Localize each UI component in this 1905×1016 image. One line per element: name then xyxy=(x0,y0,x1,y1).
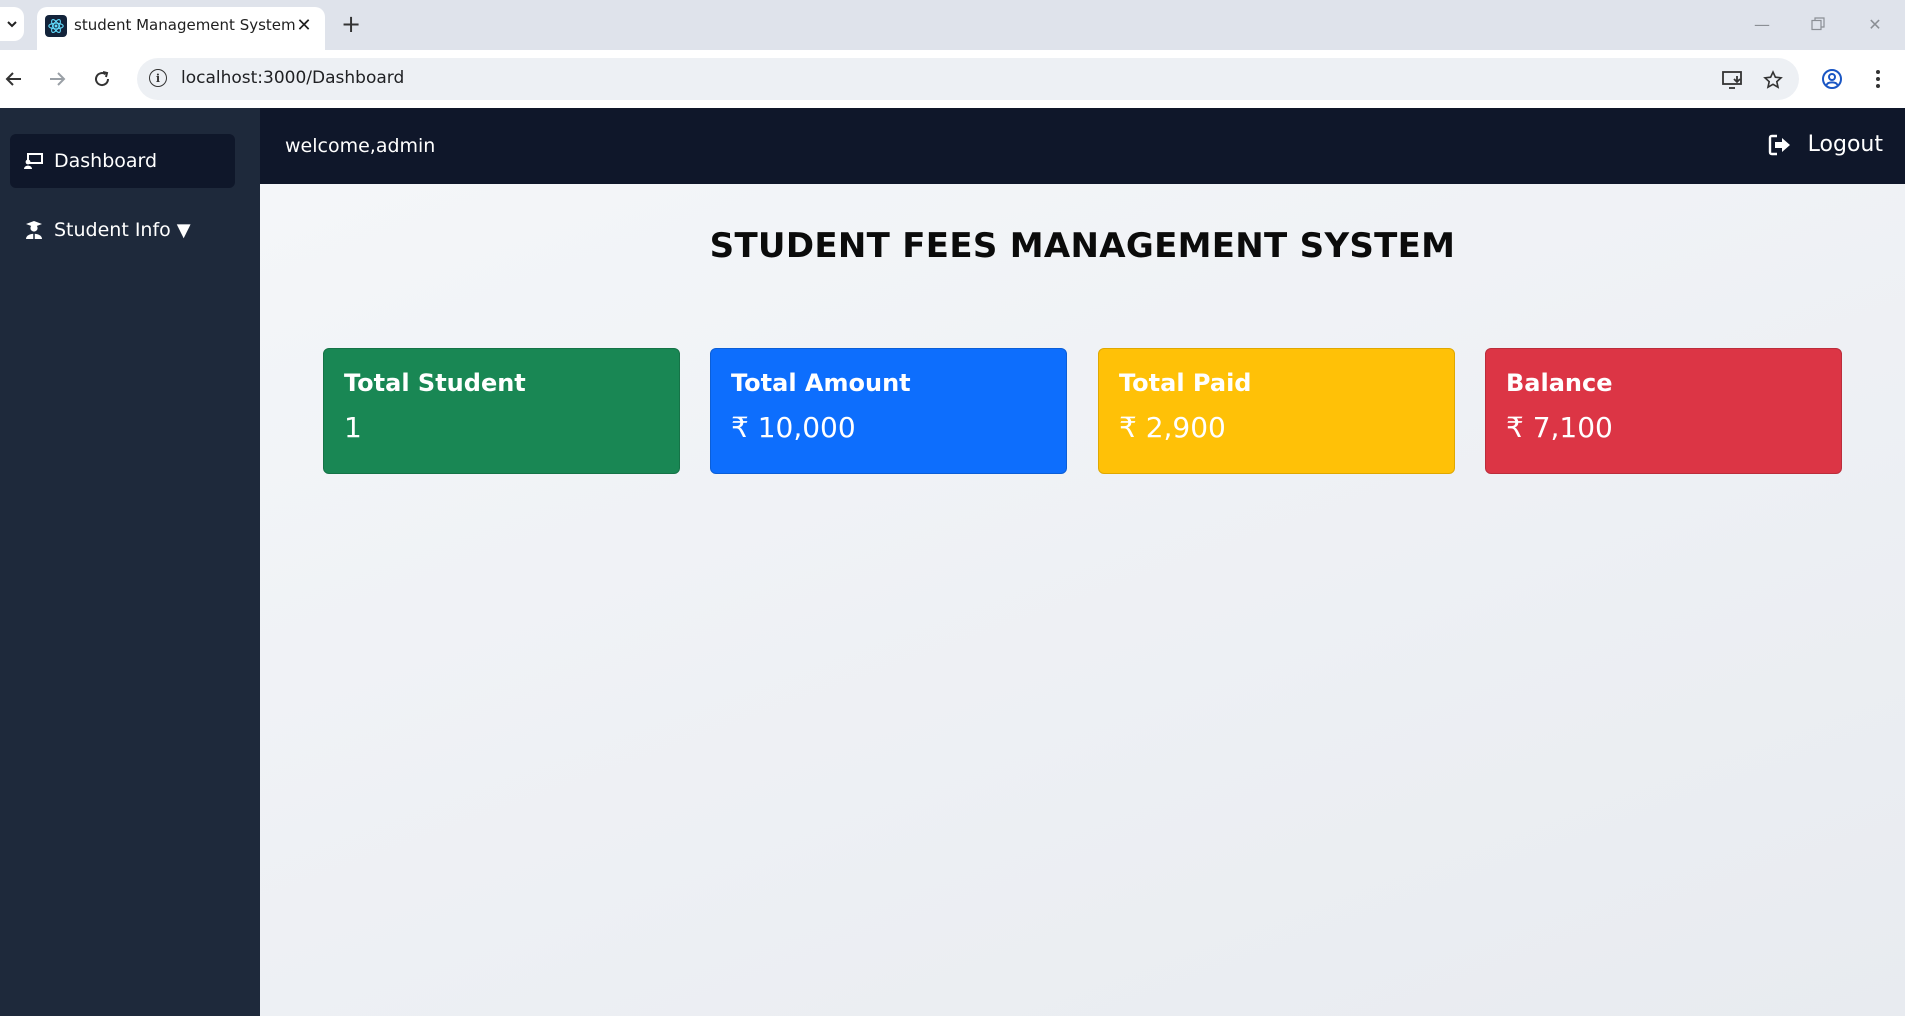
close-window-icon[interactable]: ✕ xyxy=(1857,10,1893,38)
reload-icon[interactable] xyxy=(88,65,116,93)
new-tab-button[interactable]: + xyxy=(337,10,365,38)
sidebar-item-label: Student Info xyxy=(54,219,171,241)
balance-card: Balance ₹ 7,100 xyxy=(1485,348,1842,474)
chevron-down-icon xyxy=(7,21,17,28)
card-label: Balance xyxy=(1506,369,1613,397)
browser-tab[interactable]: student Management System ✕ xyxy=(37,7,325,50)
card-label: Total Amount xyxy=(731,369,911,397)
welcome-text: welcome,admin xyxy=(285,135,436,157)
url-text: localhost:3000/Dashboard xyxy=(181,68,405,88)
sidebar-item-student-info[interactable]: Student Info ▼ xyxy=(10,203,235,257)
card-value: ₹ 7,100 xyxy=(1506,411,1613,444)
browser-tab-strip: student Management System ✕ + — ✕ xyxy=(0,0,1905,50)
profile-icon[interactable] xyxy=(1818,65,1846,93)
browser-menu-icon[interactable] xyxy=(1864,65,1892,93)
dashboard-icon xyxy=(24,151,44,171)
logout-label: Logout xyxy=(1807,132,1883,157)
browser-toolbar: i localhost:3000/Dashboard xyxy=(0,50,1905,108)
card-label: Total Paid xyxy=(1119,369,1252,397)
sidebar: Dashboard Student Info ▼ xyxy=(0,108,260,1016)
tab-list-button[interactable] xyxy=(0,7,24,41)
restore-icon[interactable] xyxy=(1800,10,1836,38)
back-icon[interactable] xyxy=(0,65,28,93)
react-icon xyxy=(45,15,67,37)
forward-icon[interactable] xyxy=(43,65,71,93)
top-navbar: welcome,admin Logout xyxy=(260,108,1905,184)
tab-title: student Management System xyxy=(74,16,296,34)
total-amount-card: Total Amount ₹ 10,000 xyxy=(710,348,1067,474)
page-title: STUDENT FEES MANAGEMENT SYSTEM xyxy=(709,226,1456,266)
minimize-icon[interactable]: — xyxy=(1744,10,1780,38)
card-value: ₹ 2,900 xyxy=(1119,411,1226,444)
sidebar-item-label: Dashboard xyxy=(54,150,158,172)
bookmark-star-icon[interactable] xyxy=(1761,68,1785,92)
close-tab-icon[interactable]: ✕ xyxy=(293,14,315,36)
card-label: Total Student xyxy=(344,369,526,397)
total-paid-card: Total Paid ₹ 2,900 xyxy=(1098,348,1455,474)
logout-icon xyxy=(1768,133,1792,157)
logout-button[interactable]: Logout xyxy=(1768,132,1883,157)
card-value: ₹ 10,000 xyxy=(731,411,856,444)
sidebar-item-dashboard[interactable]: Dashboard xyxy=(10,134,235,188)
total-student-card: Total Student 1 xyxy=(323,348,680,474)
caret-down-icon: ▼ xyxy=(176,219,191,241)
address-bar[interactable]: i localhost:3000/Dashboard xyxy=(137,58,1799,100)
card-value: 1 xyxy=(344,411,362,444)
site-info-icon[interactable]: i xyxy=(149,69,167,87)
student-icon xyxy=(24,220,44,240)
main-content: STUDENT FEES MANAGEMENT SYSTEM Total Stu… xyxy=(260,184,1905,1016)
install-app-icon[interactable] xyxy=(1721,68,1745,92)
